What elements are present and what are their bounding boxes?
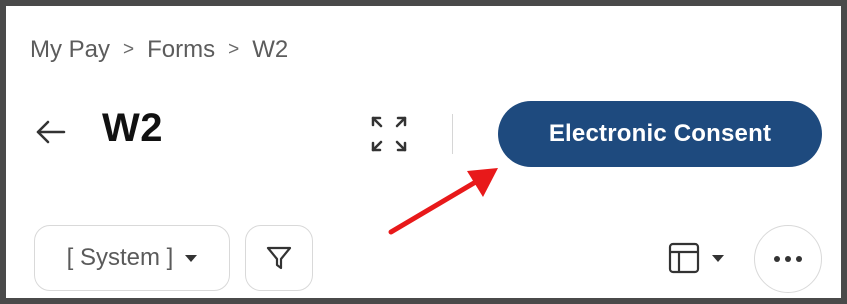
annotation-arrow-icon — [388, 168, 498, 235]
header-divider — [452, 114, 453, 154]
layout-button[interactable] — [666, 238, 740, 278]
filter-funnel-icon — [266, 246, 292, 270]
breadcrumb-item-forms[interactable]: Forms — [147, 36, 215, 64]
breadcrumb-item-my-pay[interactable]: My Pay — [30, 36, 110, 64]
chevron-down-icon — [712, 254, 724, 262]
back-button[interactable] — [34, 116, 70, 148]
more-horizontal-icon — [785, 256, 791, 262]
breadcrumb: My Pay > Forms > W2 — [30, 36, 288, 64]
more-options-button[interactable] — [754, 225, 822, 293]
system-select[interactable]: [ System ] — [34, 225, 230, 291]
electronic-consent-button[interactable]: Electronic Consent — [498, 101, 822, 167]
chevron-down-icon — [185, 254, 198, 262]
breadcrumb-separator: > — [228, 39, 240, 60]
expand-corners-icon — [371, 116, 407, 152]
page-title: W2 — [102, 106, 163, 150]
table-layout-icon — [668, 242, 700, 274]
system-select-value: [ System ] — [66, 244, 174, 271]
arrow-left-icon — [36, 120, 66, 144]
expand-button[interactable] — [368, 113, 410, 155]
more-horizontal-icon — [796, 256, 802, 262]
screenshot-frame: My Pay > Forms > W2 W2 Electronic Consen… — [0, 0, 847, 304]
more-horizontal-icon — [774, 256, 780, 262]
filter-button[interactable] — [245, 225, 313, 291]
breadcrumb-separator: > — [123, 39, 135, 60]
breadcrumb-item-w2: W2 — [252, 36, 289, 63]
